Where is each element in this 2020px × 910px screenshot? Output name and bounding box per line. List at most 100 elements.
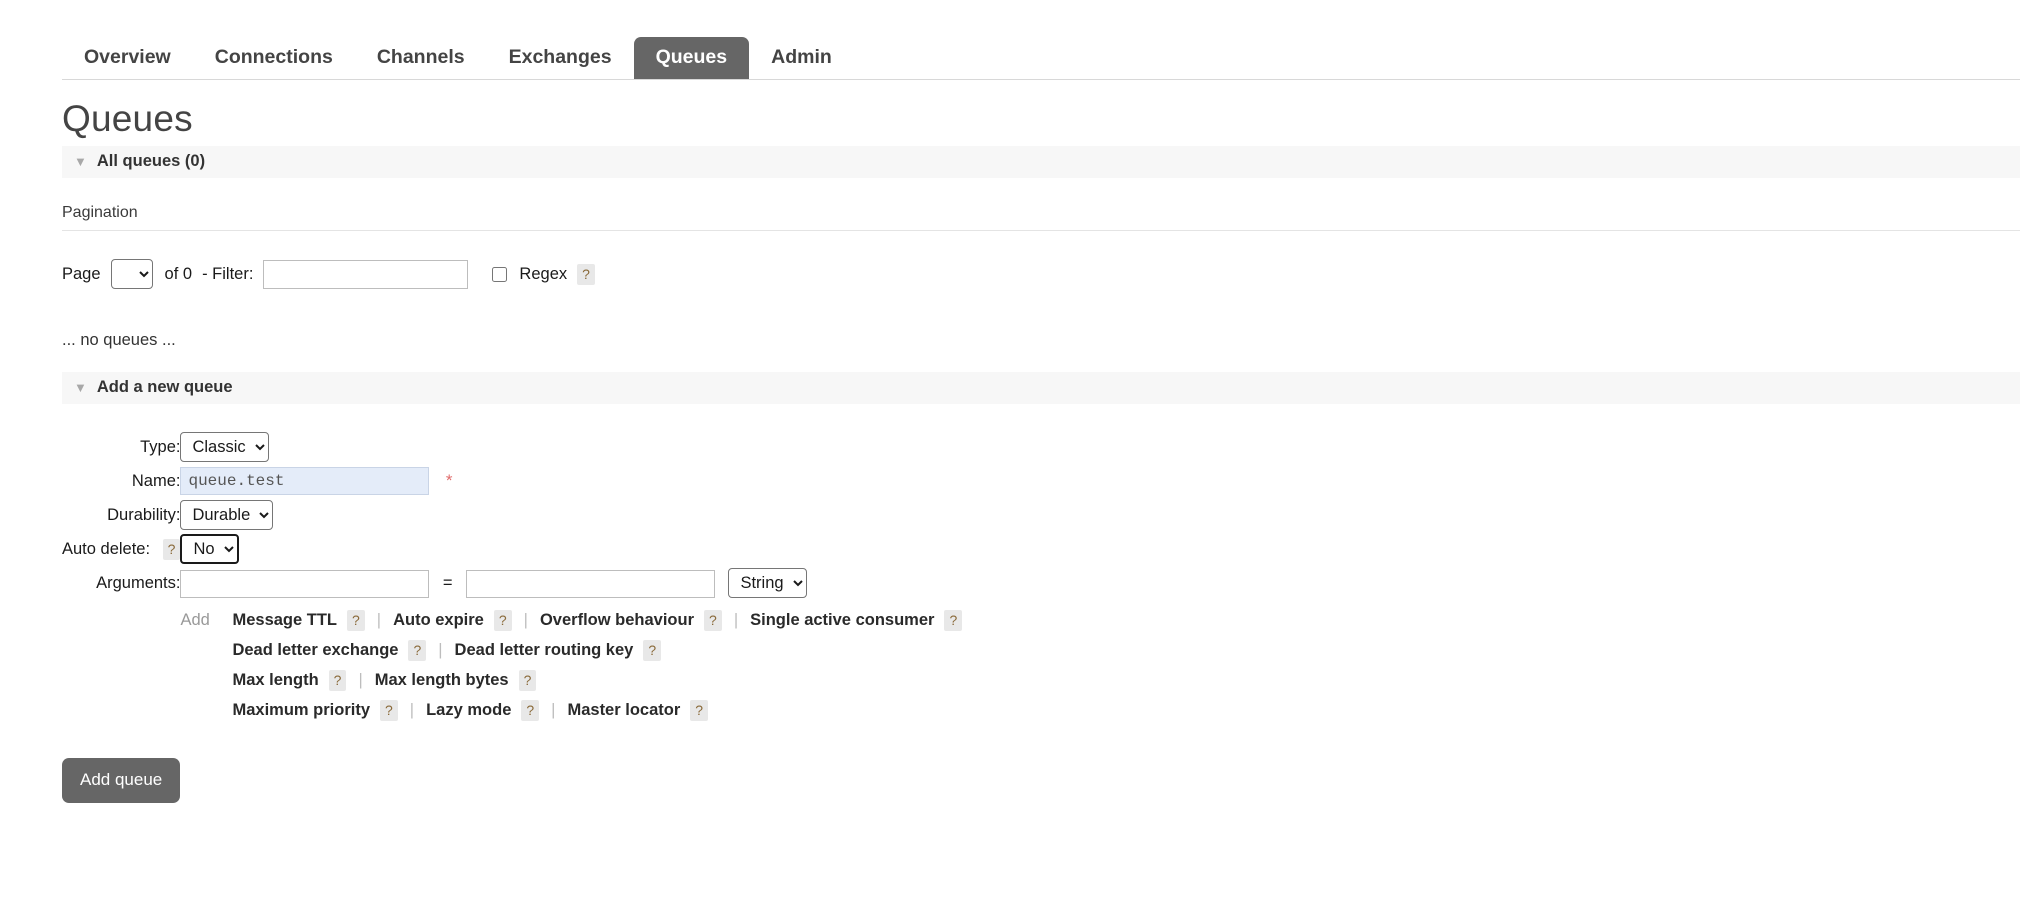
preset-link-single-active-consumer[interactable]: Single active consumer xyxy=(750,611,934,630)
type-select[interactable]: Classic xyxy=(180,432,270,462)
section-header-all-queues[interactable]: ▼ All queues (0) xyxy=(62,146,2020,178)
preset-separator: | xyxy=(438,641,443,659)
dead-letter-exchange-help-icon[interactable]: ? xyxy=(408,640,427,661)
pagination-block: Pagination Page of 0 - Filter: Regex ? xyxy=(62,204,2020,289)
form-row-durability: Durability: Durable xyxy=(62,498,962,532)
preset-link-max-length-bytes[interactable]: Max length bytes xyxy=(375,671,509,690)
filter-input[interactable] xyxy=(263,259,469,289)
preset-link-auto-expire[interactable]: Auto expire xyxy=(393,611,484,630)
nav-tab-item: Exchanges xyxy=(487,37,634,80)
lazy-mode-help-icon[interactable]: ? xyxy=(521,700,540,721)
preset-max-length: Max length ? xyxy=(232,670,347,691)
auto-delete-label: Auto delete: xyxy=(62,539,151,558)
preset-dead-letter-routing-key: Dead letter routing key ? xyxy=(455,640,662,661)
name-field-cell: * xyxy=(180,464,962,498)
arguments-label: Arguments: xyxy=(96,573,181,592)
auto-delete-label-cell: Auto delete: ? xyxy=(62,532,181,566)
preset-link-dead-letter-exchange[interactable]: Dead letter exchange xyxy=(232,641,398,660)
tab-queues[interactable]: Queues xyxy=(633,36,750,80)
type-field-cell: Classic xyxy=(180,430,962,464)
collapse-triangle-icon: ▼ xyxy=(74,154,87,169)
auto-delete-help-icon[interactable]: ? xyxy=(162,538,181,560)
add-queue-form: Type: Classic Name: * Durability: xyxy=(0,430,2020,803)
section-title-add-queue: Add a new queue xyxy=(96,378,233,396)
preset-master-locator: Master locator ? xyxy=(567,700,709,721)
section-header-add-queue[interactable]: ▼ Add a new queue xyxy=(62,372,2020,404)
preset-link-overflow-behaviour[interactable]: Overflow behaviour xyxy=(540,611,694,630)
preset-row: Max length ? | Max length bytes ? xyxy=(180,670,962,691)
preset-auto-expire: Auto expire ? xyxy=(393,610,512,631)
form-row-name: Name: * xyxy=(62,464,962,498)
regex-checkbox-group: Regex ? xyxy=(492,263,595,285)
preset-link-max-length[interactable]: Max length xyxy=(232,671,318,690)
preset-separator: | xyxy=(376,611,382,629)
preset-lazy-mode: Lazy mode ? xyxy=(426,700,540,721)
message-ttl-help-icon[interactable]: ? xyxy=(347,610,365,631)
auto-expire-help-icon[interactable]: ? xyxy=(493,610,512,631)
nav-tab-item: Channels xyxy=(355,37,487,80)
master-locator-help-icon[interactable]: ? xyxy=(690,700,709,721)
tab-overview[interactable]: Overview xyxy=(62,37,193,80)
form-row-auto-delete: Auto delete: ? No xyxy=(62,532,962,566)
preset-separator: | xyxy=(358,671,363,689)
argument-type-select[interactable]: String xyxy=(728,568,808,598)
add-arguments-label: Add xyxy=(180,611,210,629)
equals-sign: = xyxy=(442,574,453,592)
argument-key-input[interactable] xyxy=(180,570,430,598)
regex-help-icon[interactable]: ? xyxy=(577,263,595,285)
max-length-help-icon[interactable]: ? xyxy=(328,670,347,691)
arguments-field-cell: = String xyxy=(180,566,962,600)
nav-tab-item: Overview xyxy=(62,37,193,80)
name-label: Name: xyxy=(131,471,181,490)
argument-presets: Add Message TTL ? | Auto expire ? | Over… xyxy=(180,610,963,721)
page-count-label: of 0 xyxy=(164,264,193,283)
main-content: Queues ▼ All queues (0) Pagination Page … xyxy=(0,98,2020,803)
nav-tab-item: Admin xyxy=(749,37,854,80)
presets-cell: Add Message TTL ? | Auto expire ? | Over… xyxy=(180,600,963,730)
preset-row: Dead letter exchange ? | Dead letter rou… xyxy=(180,640,962,661)
form-row-arguments: Arguments: = String xyxy=(62,566,962,600)
preset-separator: | xyxy=(551,701,556,719)
preset-maximum-priority: Maximum priority ? xyxy=(232,700,398,721)
nav-tab-item: Connections xyxy=(193,37,355,80)
durability-field-cell: Durable xyxy=(180,498,962,532)
dead-letter-routing-key-help-icon[interactable]: ? xyxy=(643,640,662,661)
preset-link-dead-letter-routing-key[interactable]: Dead letter routing key xyxy=(455,641,634,660)
preset-link-maximum-priority[interactable]: Maximum priority xyxy=(232,701,370,720)
maximum-priority-help-icon[interactable]: ? xyxy=(380,700,398,721)
durability-label: Durability: xyxy=(107,505,181,524)
nav-tab-item: Queues xyxy=(633,36,750,80)
form-row-type: Type: Classic xyxy=(62,430,962,464)
preset-separator: | xyxy=(733,611,739,629)
auto-delete-select[interactable]: No xyxy=(180,534,240,564)
auto-delete-field-cell: No xyxy=(180,532,962,566)
preset-row: Maximum priority ? | Lazy mode ? | Maste… xyxy=(180,700,962,721)
tab-connections[interactable]: Connections xyxy=(193,37,355,80)
section-title-all-queues: All queues (0) xyxy=(96,152,206,170)
queue-name-input[interactable] xyxy=(180,467,430,495)
regex-checkbox[interactable] xyxy=(492,266,508,282)
tab-channels[interactable]: Channels xyxy=(355,37,487,80)
empty-queues-message: ... no queues ... xyxy=(62,331,176,349)
argument-value-input[interactable] xyxy=(466,570,716,598)
preset-link-message-ttl[interactable]: Message TTL xyxy=(232,611,337,630)
page-select[interactable] xyxy=(110,259,153,289)
preset-separator: | xyxy=(523,611,528,629)
preset-link-lazy-mode[interactable]: Lazy mode xyxy=(426,701,511,720)
overflow-behaviour-help-icon[interactable]: ? xyxy=(704,610,722,631)
preset-single-active-consumer: Single active consumer ? xyxy=(750,610,963,631)
pagination-legend: Pagination xyxy=(62,204,2020,231)
preset-overflow-behaviour: Overflow behaviour ? xyxy=(540,610,722,631)
tab-exchanges[interactable]: Exchanges xyxy=(487,37,634,80)
nav-underline xyxy=(62,79,2020,80)
single-active-consumer-help-icon[interactable]: ? xyxy=(944,610,963,631)
preset-message-ttl: Message TTL ? xyxy=(232,610,365,631)
max-length-bytes-help-icon[interactable]: ? xyxy=(518,670,537,691)
durability-select[interactable]: Durable xyxy=(180,500,274,530)
preset-dead-letter-exchange: Dead letter exchange ? xyxy=(232,640,427,661)
add-queue-button[interactable]: Add queue xyxy=(62,758,181,803)
form-row-presets: Add Message TTL ? | Auto expire ? | Over… xyxy=(62,600,963,730)
tab-admin[interactable]: Admin xyxy=(749,37,854,80)
preset-row: Add Message TTL ? | Auto expire ? | Over… xyxy=(180,610,963,631)
preset-link-master-locator[interactable]: Master locator xyxy=(567,701,680,720)
